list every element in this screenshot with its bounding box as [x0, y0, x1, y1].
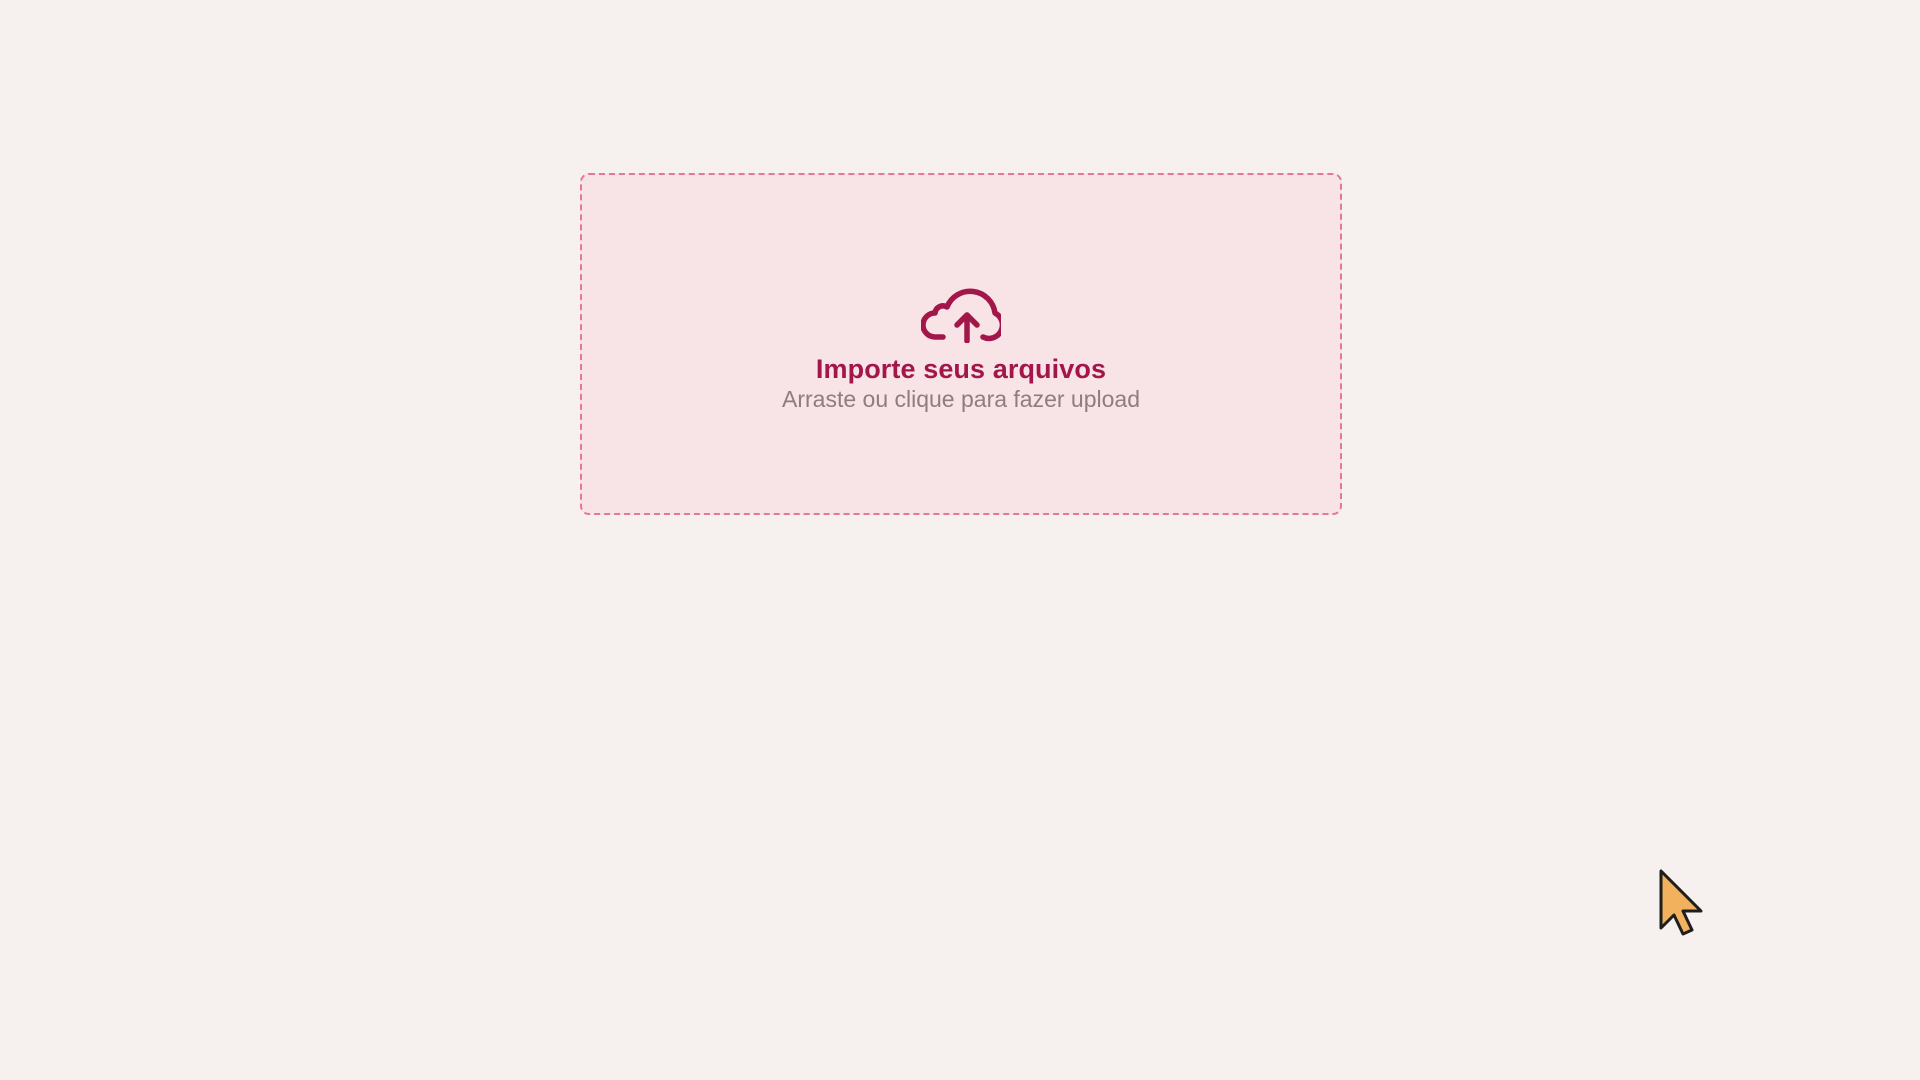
dropzone-subtitle: Arraste ou clique para fazer upload	[782, 386, 1140, 412]
file-upload-dropzone[interactable]: Importe seus arquivos Arraste ou clique …	[580, 173, 1342, 515]
dropzone-title: Importe seus arquivos	[815, 354, 1107, 384]
mouse-pointer-icon	[1658, 868, 1706, 936]
cloud-upload-icon	[921, 281, 1001, 343]
